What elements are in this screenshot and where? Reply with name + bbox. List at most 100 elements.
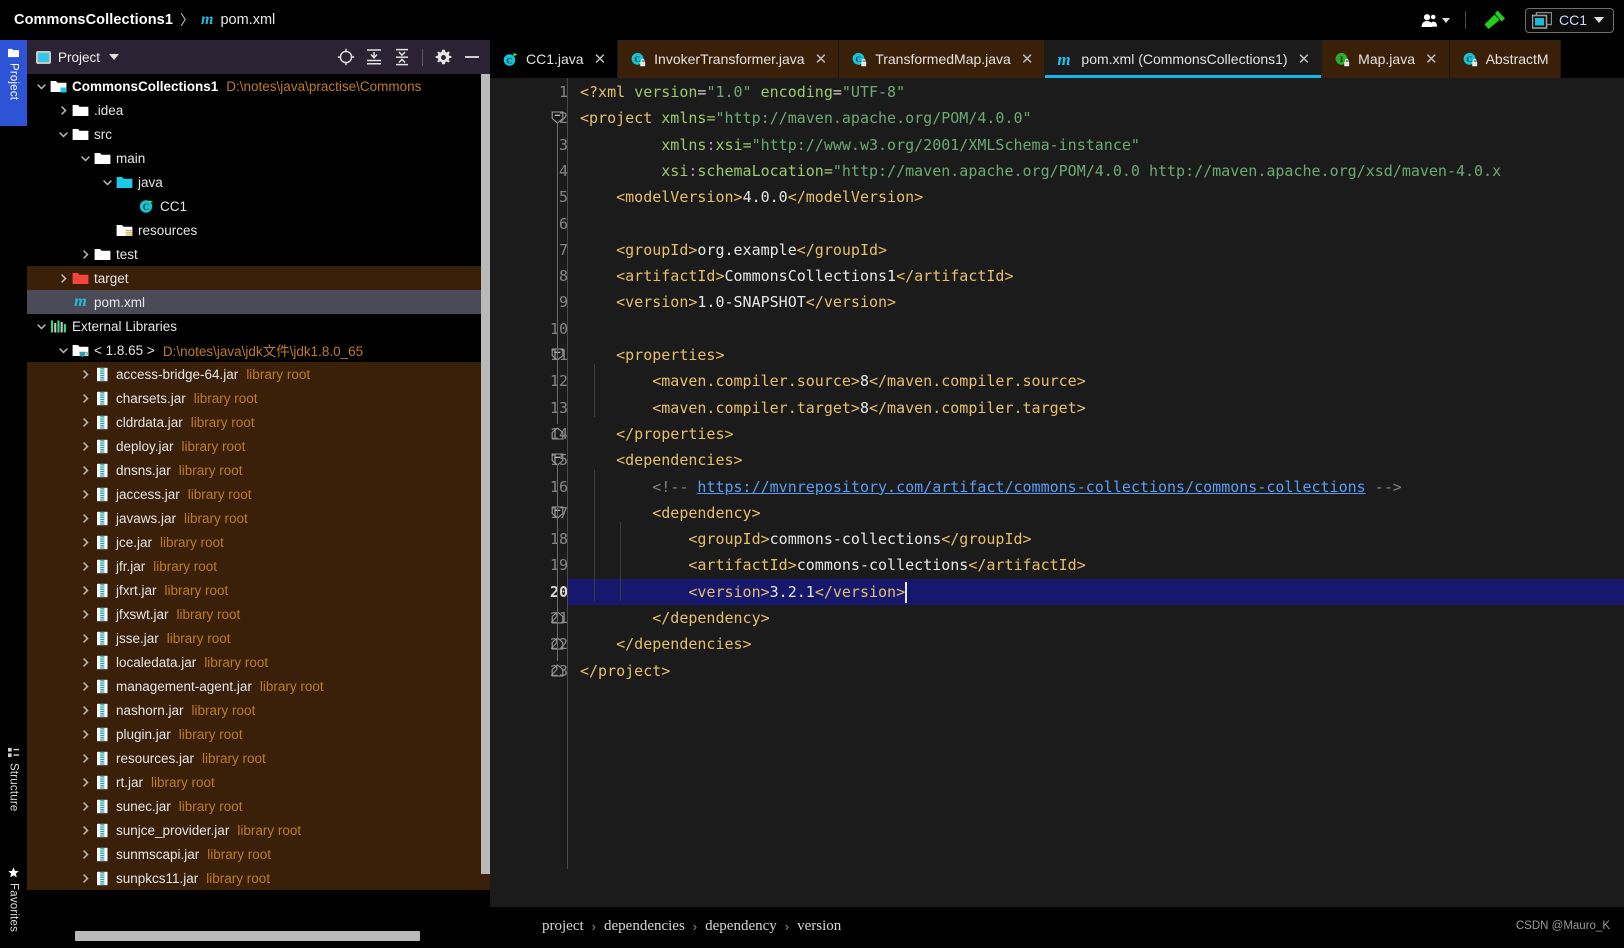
tree-row[interactable]: m pom.xml <box>27 290 490 314</box>
tree-expand-arrow[interactable] <box>77 849 93 860</box>
tree-row[interactable]: management-agent.jar library root <box>27 674 490 698</box>
project-tree[interactable]: CommonsCollections1 D:\notes\java\practis… <box>27 74 490 929</box>
chevron-down-icon[interactable] <box>109 54 120 60</box>
code-editor[interactable]: 1 2 3 4 5 6 7 8 9 10 11 12 13 14 15 16 17 18 19 20 21 22 23 <?… <box>490 78 1624 907</box>
tree-expand-arrow[interactable] <box>77 441 93 452</box>
collapse-all-button[interactable] <box>389 45 414 70</box>
tree-expand-arrow[interactable] <box>77 777 93 788</box>
close-icon[interactable]: ✕ <box>1298 50 1311 68</box>
project-panel-title[interactable]: Project <box>58 50 100 65</box>
tree-expand-arrow[interactable] <box>55 345 71 356</box>
tree-row[interactable]: deploy.jar library root <box>27 434 490 458</box>
editor-tab[interactable]: C InvokerTransformer.java ✕ <box>618 40 840 78</box>
tree-row[interactable]: jfxswt.jar library root <box>27 602 490 626</box>
settings-button[interactable] <box>431 45 456 70</box>
expand-all-button[interactable] <box>361 45 386 70</box>
tree-expand-arrow[interactable] <box>77 465 93 476</box>
tree-row[interactable]: sunjce_provider.jar library root <box>27 818 490 842</box>
breadcrumb-item[interactable]: dependency <box>705 918 777 935</box>
breadcrumb-items[interactable]: project › dependencies › dependency › version <box>542 918 841 935</box>
tree-expand-arrow[interactable] <box>77 681 93 692</box>
tree-row[interactable]: resources.jar library root <box>27 746 490 770</box>
tree-expand-arrow[interactable] <box>55 273 71 284</box>
tree-row[interactable]: sunmscapi.jar library root <box>27 842 490 866</box>
editor-tab-bar[interactable]: C CC1.java ✕ C InvokerTransformer.java ✕ C Tran… <box>490 40 1624 78</box>
tree-expand-arrow[interactable] <box>33 321 49 332</box>
tool-window-button-project[interactable]: Project <box>0 40 27 126</box>
tree-expand-arrow[interactable] <box>77 561 93 572</box>
tree-row[interactable]: cldrdata.jar library root <box>27 410 490 434</box>
close-icon[interactable]: ✕ <box>1021 50 1034 68</box>
tool-window-button-structure[interactable]: Structure <box>0 740 27 824</box>
tree-expand-arrow[interactable] <box>33 81 49 92</box>
tree-row[interactable]: jfr.jar library root <box>27 554 490 578</box>
tree-row[interactable]: plugin.jar library root <box>27 722 490 746</box>
tree-expand-arrow[interactable] <box>77 825 93 836</box>
tree-expand-arrow[interactable] <box>77 417 93 428</box>
build-project-button[interactable] <box>1473 6 1517 34</box>
editor-tab[interactable]: C TransformedMap.java ✕ <box>839 40 1046 78</box>
tree-row[interactable]: sunec.jar library root <box>27 794 490 818</box>
tree-expand-arrow[interactable] <box>77 393 93 404</box>
tree-expand-arrow[interactable] <box>77 609 93 620</box>
tree-expand-arrow[interactable] <box>77 873 93 884</box>
window-file-name[interactable]: pom.xml <box>220 12 275 28</box>
hide-panel-button[interactable] <box>459 45 484 70</box>
tree-expand-arrow[interactable] <box>77 513 93 524</box>
tree-row[interactable]: .idea <box>27 98 490 122</box>
tree-row[interactable]: target <box>27 266 490 290</box>
tree-row[interactable]: main <box>27 146 490 170</box>
breadcrumb-item[interactable]: version <box>797 918 841 935</box>
tree-row[interactable]: nashorn.jar library root <box>27 698 490 722</box>
tree-expand-arrow[interactable] <box>55 129 71 140</box>
tree-row[interactable]: jce.jar library root <box>27 530 490 554</box>
tree-expand-arrow[interactable] <box>77 633 93 644</box>
tree-expand-arrow[interactable] <box>55 105 71 116</box>
editor-tab[interactable]: C CC1.java ✕ <box>490 40 619 78</box>
tree-expand-arrow[interactable] <box>77 753 93 764</box>
breadcrumb-item[interactable]: dependencies <box>604 918 685 935</box>
tree-row[interactable]: jaccess.jar library root <box>27 482 490 506</box>
tree-expand-arrow[interactable] <box>77 585 93 596</box>
tree-row[interactable]: jfxrt.jar library root <box>27 578 490 602</box>
tree-row[interactable]: sunpkcs11.jar library root <box>27 866 490 890</box>
window-project-name[interactable]: CommonsCollections1 <box>14 12 173 28</box>
scroll-from-source-button[interactable] <box>333 45 358 70</box>
tree-expand-arrow[interactable] <box>77 249 93 260</box>
breadcrumb-item[interactable]: project <box>542 918 584 935</box>
tree-row[interactable]: javaws.jar library root <box>27 506 490 530</box>
tree-row[interactable]: C CC1 <box>27 194 490 218</box>
run-configuration-selector[interactable]: CC1 <box>1524 7 1614 33</box>
editor-gutter[interactable]: 1 2 3 4 5 6 7 8 9 10 11 12 13 14 15 16 17 18 19 20 21 22 23 <box>490 78 568 907</box>
fold-end-icon[interactable] <box>551 663 564 677</box>
tree-row[interactable]: java <box>27 170 490 194</box>
tool-window-button-favorites[interactable]: Favorites <box>0 860 27 948</box>
tree-expand-arrow[interactable] <box>99 177 115 188</box>
fold-markers-column[interactable] <box>548 78 568 907</box>
tree-hscrollbar-thumb[interactable] <box>75 931 420 941</box>
tree-row[interactable]: CommonsCollections1 D:\notes\java\practis… <box>27 74 490 98</box>
tree-expand-arrow[interactable] <box>77 729 93 740</box>
editor-tab[interactable]: I Map.java ✕ <box>1322 40 1450 78</box>
tree-row[interactable]: External Libraries <box>27 314 490 338</box>
tree-row[interactable]: access-bridge-64.jar library root <box>27 362 490 386</box>
close-icon[interactable]: ✕ <box>1425 50 1438 68</box>
tree-row[interactable]: < 1.8.65 > D:\notes\java\jdk文件\jdk1.8.0_6… <box>27 338 490 362</box>
tree-row[interactable]: localedata.jar library root <box>27 650 490 674</box>
tree-expand-arrow[interactable] <box>77 369 93 380</box>
close-icon[interactable]: ✕ <box>594 50 607 68</box>
editor-tab[interactable]: m pom.xml (CommonsCollections1) ✕ <box>1045 40 1323 78</box>
tree-row[interactable]: test <box>27 242 490 266</box>
tree-row[interactable]: charsets.jar library root <box>27 386 490 410</box>
tree-row[interactable]: resources <box>27 218 490 242</box>
share-button[interactable] <box>1413 9 1458 32</box>
fold-end-icon[interactable] <box>551 427 564 440</box>
tree-row[interactable]: src <box>27 122 490 146</box>
tree-row[interactable]: dnsns.jar library root <box>27 458 490 482</box>
editor-tab[interactable]: C AbstractM <box>1449 40 1561 78</box>
tree-expand-arrow[interactable] <box>77 801 93 812</box>
tree-expand-arrow[interactable] <box>77 489 93 500</box>
panel-editor-scrollbar[interactable] <box>481 74 490 874</box>
close-icon[interactable]: ✕ <box>815 50 828 68</box>
code-text[interactable]: <?xml version="1.0" encoding="UTF-8" <pro… <box>568 78 1624 907</box>
